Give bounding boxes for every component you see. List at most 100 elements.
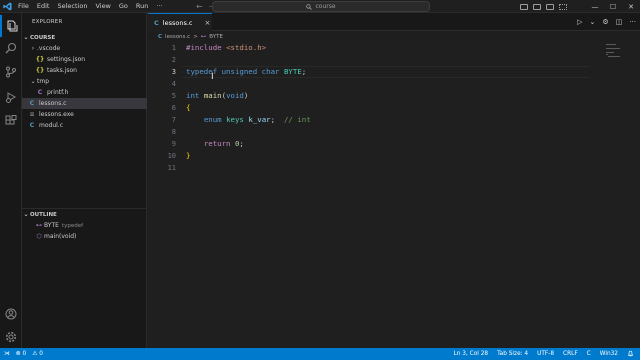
language-mode[interactable]: C bbox=[587, 351, 591, 357]
line-number: 10 bbox=[167, 152, 176, 160]
code-line-1: #include <stdio.h> bbox=[186, 43, 267, 52]
close-window-button[interactable]: ✕ bbox=[622, 3, 640, 11]
line-number: 6 bbox=[171, 104, 176, 112]
close-tab-icon[interactable]: × bbox=[204, 19, 210, 27]
outline-item-byte[interactable]: ⊷ BYTE typedef bbox=[22, 220, 147, 231]
tab-size[interactable]: Tab Size: 4 bbox=[497, 351, 528, 357]
line-number: 3 bbox=[171, 68, 176, 76]
settings-gear-icon[interactable]: ⚙ bbox=[602, 18, 608, 26]
platform[interactable]: Win32 bbox=[600, 351, 618, 357]
c-header-file-icon: C bbox=[37, 89, 43, 96]
errors-count[interactable]: ⊗ 0 bbox=[16, 351, 26, 357]
notifications-bell-icon[interactable] bbox=[627, 350, 634, 359]
status-bar-left: ⋊ ⊗ 0 ⚠ 0 bbox=[0, 351, 43, 357]
maximize-button[interactable]: ☐ bbox=[604, 3, 622, 11]
line-number: 1 bbox=[171, 44, 176, 52]
back-arrow-icon[interactable]: ← bbox=[196, 2, 203, 11]
code-line-9: return 0; bbox=[203, 139, 244, 148]
line-number: 7 bbox=[171, 116, 176, 124]
run-debug-icon[interactable] bbox=[0, 86, 22, 108]
chevron-right-icon: › bbox=[31, 45, 35, 52]
menu-file[interactable]: File bbox=[14, 0, 33, 13]
tree-item-tmp[interactable]: ⌄ tmp bbox=[22, 76, 147, 87]
line-number: 8 bbox=[171, 128, 176, 136]
tree-item-settings-json[interactable]: {} settings.json bbox=[22, 54, 147, 65]
function-symbol-icon: ⬡ bbox=[36, 233, 42, 240]
minimize-button[interactable]: — bbox=[586, 3, 604, 11]
search-view-icon[interactable] bbox=[0, 37, 22, 59]
tab-label: lessons.c bbox=[162, 18, 193, 27]
menu-bar: File Edit Selection View Go Run ··· bbox=[14, 0, 167, 13]
code-line-7: enum keys k_var; // int bbox=[203, 115, 311, 124]
menu-view[interactable]: View bbox=[91, 0, 114, 13]
toggle-sidebar-icon[interactable] bbox=[520, 3, 528, 10]
command-center-search[interactable]: course bbox=[212, 1, 430, 12]
toggle-secondary-sidebar-icon[interactable] bbox=[546, 3, 554, 10]
warnings-count[interactable]: ⚠ 0 bbox=[32, 351, 43, 357]
menu-run[interactable]: Run bbox=[132, 0, 152, 13]
code-editor[interactable]: 1 2 3 4 5 6 7 8 9 10 11 #include <stdio.… bbox=[148, 42, 640, 348]
breadcrumb-symbol[interactable]: BYTE bbox=[209, 34, 223, 40]
explorer-sidebar: EXPLORER ⌄ COURSE › .vscode {} settings.… bbox=[22, 13, 147, 348]
explorer-title: EXPLORER bbox=[32, 19, 63, 25]
tree-item-lessons-exe[interactable]: ≡ lessons.exe bbox=[22, 109, 147, 120]
editor-tab-bar: C lessons.c × ▷ ⌄ ⚙ ◫ ··· bbox=[148, 13, 640, 31]
chevron-down-icon: ⌄ bbox=[23, 211, 29, 218]
end-of-line[interactable]: CRLF bbox=[563, 351, 578, 357]
window-controls: — ☐ ✕ bbox=[586, 0, 640, 13]
account-icon[interactable] bbox=[0, 303, 22, 325]
vscode-logo-icon bbox=[0, 0, 14, 13]
minimap[interactable] bbox=[606, 44, 622, 60]
menu-go[interactable]: Go bbox=[115, 0, 132, 13]
c-file-icon: C bbox=[158, 34, 163, 40]
chevron-down-icon: ⌄ bbox=[23, 34, 29, 41]
minimap-line bbox=[606, 52, 614, 53]
line-number: 9 bbox=[171, 140, 176, 148]
explorer-icon[interactable] bbox=[0, 15, 22, 37]
breadcrumb-separator: > bbox=[193, 34, 198, 40]
title-bar: File Edit Selection View Go Run ··· ← → … bbox=[0, 0, 640, 13]
cursor-position[interactable]: Ln 3, Col 28 bbox=[454, 351, 489, 357]
code-line-10: } bbox=[186, 151, 191, 160]
split-editor-icon[interactable]: ◫ bbox=[616, 18, 623, 26]
tree-item-lessons-c[interactable]: C lessons.c bbox=[22, 98, 147, 109]
tree-item-label: .vscode bbox=[37, 45, 61, 52]
line-number: 11 bbox=[167, 164, 176, 172]
manage-gear-icon[interactable] bbox=[0, 326, 22, 348]
breadcrumb-file[interactable]: lessons.c bbox=[165, 34, 190, 40]
remote-indicator-icon[interactable]: ⋊ bbox=[4, 351, 10, 357]
typedef-symbol-icon: ⊷ bbox=[36, 222, 42, 229]
file-encoding[interactable]: UTF-8 bbox=[537, 351, 554, 357]
outline-item-label: BYTE bbox=[44, 222, 59, 229]
command-center-text: course bbox=[315, 3, 336, 10]
source-control-icon[interactable] bbox=[0, 61, 22, 83]
tree-item-vscode[interactable]: › .vscode bbox=[22, 43, 147, 54]
tree-item-tasks-json[interactable]: {} tasks.json bbox=[22, 65, 147, 76]
tab-lessons-c[interactable]: C lessons.c × bbox=[148, 13, 212, 31]
tree-item-label: settings.json bbox=[47, 56, 86, 63]
tree-item-label: lessons.exe bbox=[39, 111, 74, 118]
run-file-icon[interactable]: ▷ bbox=[577, 18, 582, 26]
code-line-3: typedef unsigned char BYTE; bbox=[186, 67, 307, 76]
menu-selection[interactable]: Selection bbox=[53, 0, 91, 13]
minimap-line bbox=[608, 56, 620, 57]
json-file-icon: {} bbox=[35, 56, 45, 63]
menu-more[interactable]: ··· bbox=[152, 0, 166, 13]
breadcrumb: C lessons.c > ⊷ BYTE bbox=[148, 32, 223, 42]
tree-item-label: tasks.json bbox=[47, 67, 77, 74]
run-dropdown-icon[interactable]: ⌄ bbox=[590, 18, 596, 26]
extensions-icon[interactable] bbox=[0, 110, 22, 132]
c-file-icon: C bbox=[29, 100, 35, 107]
tree-item-modul-c[interactable]: C modul.c bbox=[22, 120, 147, 131]
folder-root-course[interactable]: ⌄ COURSE bbox=[22, 32, 147, 43]
tree-item-printf-h[interactable]: C printf.h bbox=[22, 87, 147, 98]
more-actions-icon[interactable]: ··· bbox=[629, 18, 636, 26]
menu-edit[interactable]: Edit bbox=[33, 0, 54, 13]
code-line-5: int main(void) bbox=[186, 91, 249, 100]
outline-item-main[interactable]: ⬡ main(void) bbox=[22, 231, 147, 242]
outline-item-detail: typedef bbox=[61, 222, 84, 229]
line-number: 2 bbox=[171, 56, 176, 64]
customize-layout-icon[interactable] bbox=[559, 3, 567, 10]
outline-section-header[interactable]: ⌄ OUTLINE bbox=[22, 209, 147, 220]
toggle-panel-icon[interactable] bbox=[533, 3, 541, 10]
